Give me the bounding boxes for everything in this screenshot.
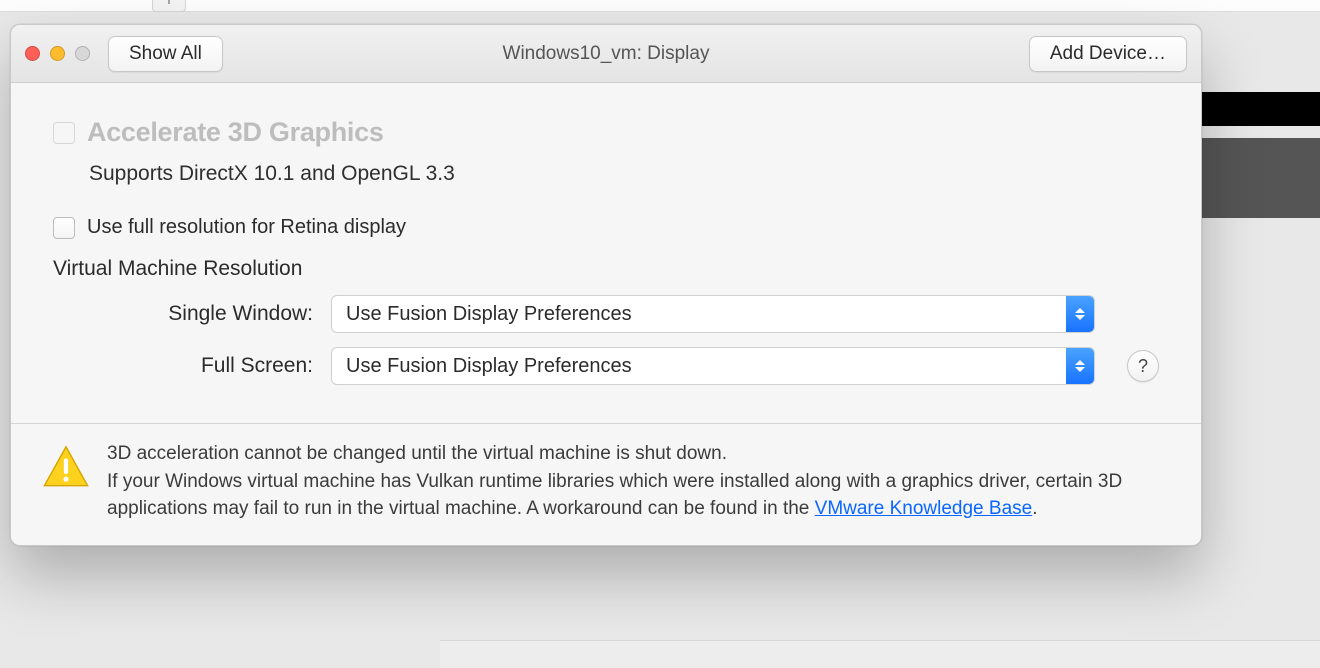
retina-checkbox[interactable] [53, 217, 75, 239]
close-window[interactable] [25, 46, 40, 61]
new-tab-button-hint: + [152, 0, 186, 12]
accelerate-3d-checkbox [53, 122, 75, 144]
full-screen-value: Use Fusion Display Preferences [346, 355, 632, 378]
dropdown-stepper-icon [1066, 348, 1094, 384]
background-shadow-strip [1190, 92, 1320, 126]
accelerate-3d-subtext: Supports DirectX 10.1 and OpenGL 3.3 [89, 162, 1159, 186]
footer-line2b: . [1032, 498, 1037, 519]
footer-text: 3D acceleration cannot be changed until … [107, 440, 1169, 523]
full-screen-select[interactable]: Use Fusion Display Preferences [331, 347, 1095, 385]
add-device-button[interactable]: Add Device… [1029, 36, 1187, 72]
show-all-label: Show All [129, 43, 202, 65]
accelerate-3d-label: Accelerate 3D Graphics [87, 117, 384, 148]
footer-line1: 3D acceleration cannot be changed until … [107, 440, 1169, 468]
footer-note: 3D acceleration cannot be changed until … [11, 423, 1201, 545]
single-window-value: Use Fusion Display Preferences [346, 303, 632, 326]
warning-icon [43, 444, 89, 490]
settings-body: Accelerate 3D Graphics Supports DirectX … [11, 83, 1201, 423]
kb-link[interactable]: VMware Knowledge Base [815, 498, 1033, 519]
full-screen-label: Full Screen: [53, 354, 313, 378]
retina-row[interactable]: Use full resolution for Retina display [53, 216, 1159, 239]
background-thumbnail-row [440, 640, 1320, 668]
retina-label: Use full resolution for Retina display [87, 216, 406, 239]
settings-window: Show All Windows10_vm: Display Add Devic… [10, 24, 1202, 546]
traffic-lights [25, 46, 90, 61]
background-shadow-panel [1190, 138, 1320, 218]
single-window-row: Single Window: Use Fusion Display Prefer… [53, 295, 1159, 333]
accelerate-3d-row: Accelerate 3D Graphics [53, 117, 1159, 148]
single-window-label: Single Window: [53, 302, 313, 326]
single-window-select[interactable]: Use Fusion Display Preferences [331, 295, 1095, 333]
minimize-window[interactable] [50, 46, 65, 61]
zoom-window-disabled [75, 46, 90, 61]
titlebar: Show All Windows10_vm: Display Add Devic… [11, 25, 1201, 83]
full-screen-row: Full Screen: Use Fusion Display Preferen… [53, 347, 1159, 385]
help-icon: ? [1138, 356, 1148, 377]
background-tabbar-hint: + [0, 0, 1320, 12]
help-button[interactable]: ? [1127, 350, 1159, 382]
show-all-button[interactable]: Show All [108, 36, 223, 72]
add-device-label: Add Device… [1050, 43, 1166, 65]
footer-line2: If your Windows virtual machine has Vulk… [107, 468, 1169, 523]
dropdown-stepper-icon [1066, 296, 1094, 332]
vm-resolution-heading: Virtual Machine Resolution [53, 257, 1159, 281]
